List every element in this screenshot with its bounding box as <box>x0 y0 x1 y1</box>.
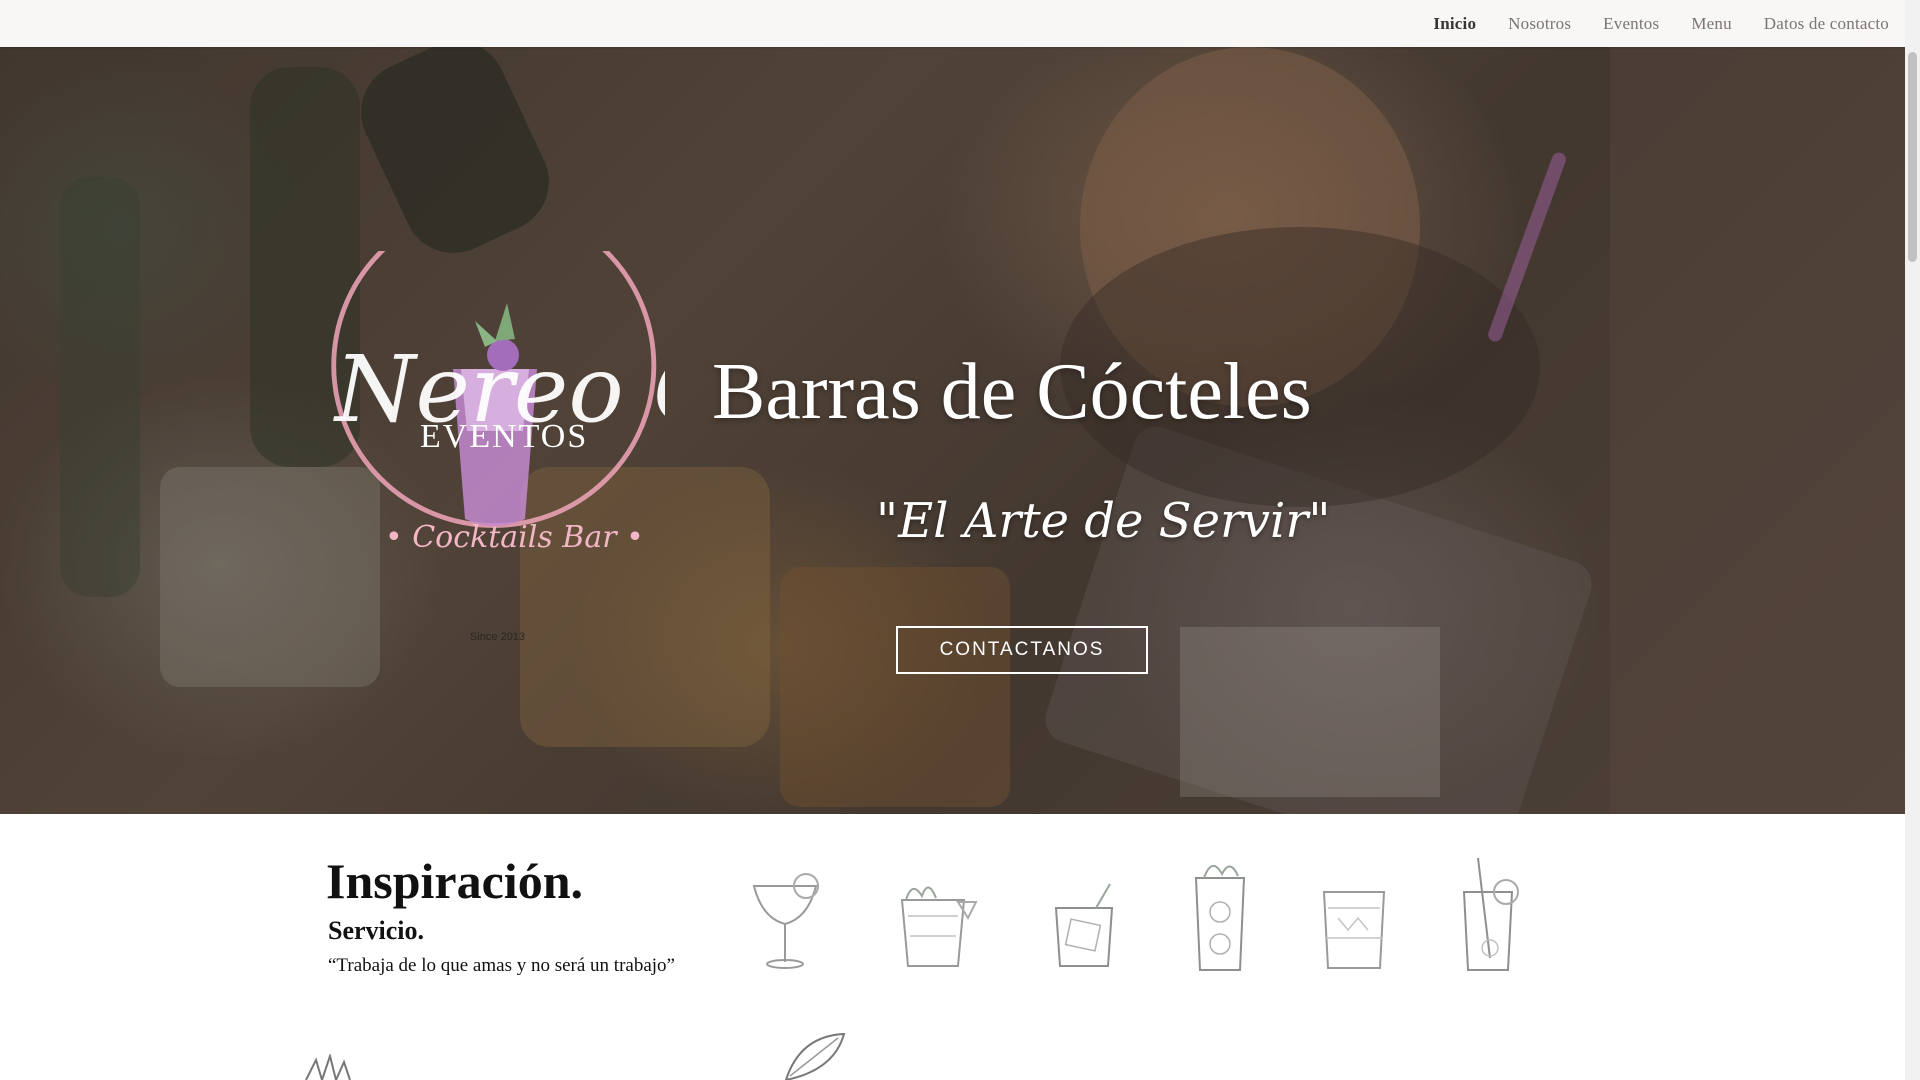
section-subhead: Servicio. <box>328 916 425 945</box>
nav-item-inicio[interactable]: Inicio <box>1417 14 1492 34</box>
svg-text:• Cocktails Bar •: • Cocktails Bar • <box>385 520 644 551</box>
section-quote: “Trabaja de lo que amas y no será un tra… <box>328 955 675 976</box>
rocks-glass-icon <box>1322 891 1386 969</box>
scrollbar-thumb[interactable] <box>1908 52 1917 262</box>
mojito-glass-icon <box>900 886 978 967</box>
margarita-glass-icon <box>752 873 819 969</box>
nav-menu: Inicio Nosotros Eventos Menu Datos de co… <box>1417 0 1905 47</box>
old-fashioned-glass-icon <box>1054 883 1114 967</box>
highball-straw-icon <box>1462 858 1519 971</box>
tall-mojito-icon <box>1194 865 1246 971</box>
nav-item-datos-de-contacto[interactable]: Datos de contacto <box>1748 14 1905 34</box>
nav-item-eventos[interactable]: Eventos <box>1587 14 1675 34</box>
contactanos-button[interactable]: CONTACTANOS <box>896 626 1148 674</box>
leaf-sketch-icon <box>784 1032 846 1080</box>
nereo-c-eventos-logo: Nereo C EVENTOS • Cocktails Bar • <box>331 251 665 551</box>
logo-since-text: Since 2013 <box>470 631 526 643</box>
section-headline: Inspiración. <box>326 853 584 909</box>
nav-item-menu[interactable]: Menu <box>1675 14 1747 34</box>
svg-text:EVENTOS: EVENTOS <box>420 418 588 455</box>
page-scrollbar[interactable] <box>1905 0 1920 1080</box>
pineapple-leaves-icon <box>305 1054 351 1080</box>
top-navigation: Inicio Nosotros Eventos Menu Datos de co… <box>0 0 1905 47</box>
hero-subtitle: "El Arte de Servir" <box>876 493 1331 549</box>
hero-banner: Nereo C EVENTOS • Cocktails Bar • Since … <box>0 47 1905 814</box>
nav-item-nosotros[interactable]: Nosotros <box>1492 14 1587 34</box>
hero-title: Barras de Cócteles <box>712 348 1312 436</box>
